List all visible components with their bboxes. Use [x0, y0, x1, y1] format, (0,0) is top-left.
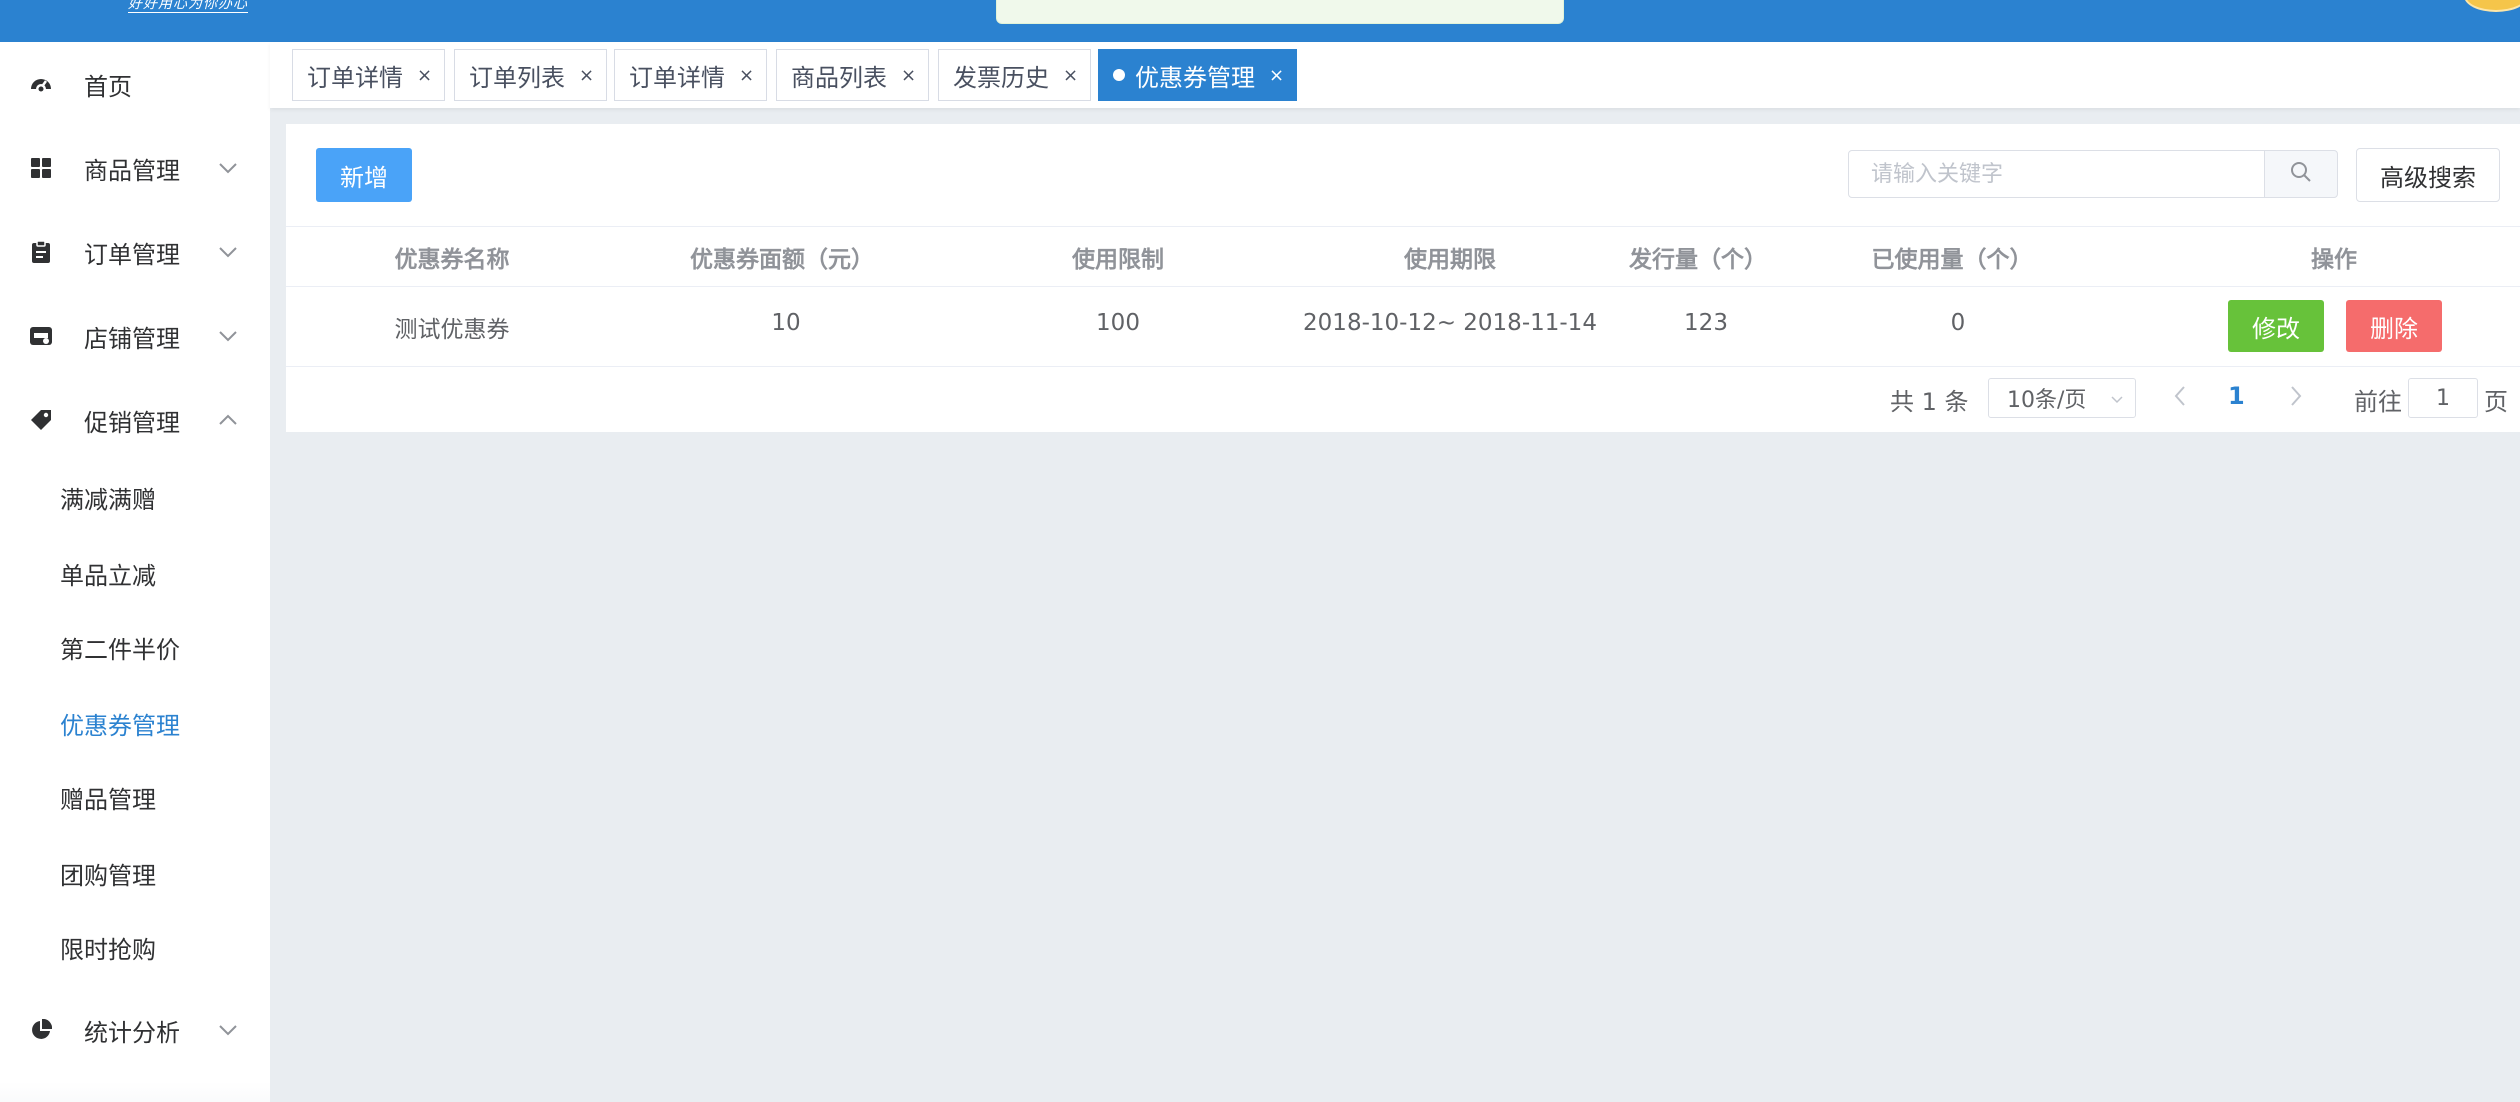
cell-usage-limit: 100 — [1096, 310, 1140, 336]
chevron-down-icon — [2109, 389, 2125, 414]
grid-icon — [28, 155, 54, 181]
top-header-bar: 好好用心为你办心 — [0, 0, 2520, 42]
chevron-up-icon — [216, 408, 240, 432]
tab-label: 订单详情 — [629, 63, 725, 92]
store-icon — [28, 323, 54, 349]
tab-order-detail-2[interactable]: 订单详情 × — [614, 49, 768, 101]
page-unit-label: 页 — [2484, 388, 2508, 416]
sidebar-subitem-label: 优惠券管理 — [60, 711, 180, 740]
tabs-bar: 订单详情 × 订单列表 × 订单详情 × 商品列表 × 发票历史 × 优惠券管理… — [270, 42, 2520, 108]
close-icon[interactable]: × — [1063, 65, 1078, 86]
add-button[interactable]: 新增 — [316, 148, 412, 202]
sidebar-fade — [0, 1082, 270, 1102]
column-header-actions: 操作 — [2311, 247, 2357, 273]
sidebar-item-statistics[interactable]: 统计分析 — [0, 990, 270, 1070]
close-icon[interactable]: × — [901, 65, 916, 86]
divider — [286, 286, 2520, 287]
column-header-amount: 优惠券面额（元） — [690, 247, 874, 273]
sidebar-item-promotions[interactable]: 促销管理 — [0, 380, 270, 460]
close-icon[interactable]: × — [1269, 65, 1284, 86]
avatar[interactable] — [2464, 0, 2520, 12]
sidebar-item-stores[interactable]: 店铺管理 — [0, 296, 270, 376]
column-header-issued: 发行量（个） — [1629, 247, 1767, 273]
divider — [286, 226, 2520, 227]
column-header-used: 已使用量（个） — [1871, 247, 2033, 273]
cell-coupon-name: 测试优惠券 — [394, 317, 510, 343]
sidebar-subitem-coupons[interactable]: 优惠券管理 — [0, 686, 270, 760]
sidebar-item-products[interactable]: 商品管理 — [0, 128, 270, 208]
pie-chart-icon — [28, 1017, 54, 1043]
sidebar-subitem-group-buy[interactable]: 团购管理 — [0, 836, 270, 910]
notification-toast — [996, 0, 1564, 24]
tab-order-detail[interactable]: 订单详情 × — [292, 49, 446, 101]
tab-order-list[interactable]: 订单列表 × — [454, 49, 608, 101]
search-icon — [2289, 160, 2313, 188]
search-input[interactable] — [1848, 150, 2268, 198]
chevron-down-icon — [216, 324, 240, 348]
divider — [286, 366, 2520, 367]
page-size-value: 10条/页 — [2007, 388, 2087, 413]
cell-issued: 123 — [1684, 310, 1728, 336]
chevron-down-icon — [216, 1018, 240, 1042]
tab-coupon-management[interactable]: 优惠券管理 × — [1098, 49, 1298, 101]
edit-button[interactable]: 修改 — [2228, 300, 2324, 352]
tab-label: 发票历史 — [953, 63, 1049, 92]
advanced-search-button[interactable]: 高级搜索 — [2356, 148, 2500, 202]
chevron-left-icon — [2173, 385, 2187, 411]
tab-label: 订单详情 — [307, 63, 403, 92]
logo[interactable]: 好好用心为你办心 — [128, 0, 248, 13]
next-page-button[interactable] — [2282, 384, 2310, 412]
chevron-down-icon — [216, 240, 240, 264]
clipboard-icon — [28, 239, 54, 265]
sidebar-item-label: 促销管理 — [84, 408, 180, 437]
column-header-coupon-name: 优惠券名称 — [394, 247, 510, 273]
dashboard-icon — [28, 71, 54, 97]
sidebar-subitem-label: 限时抢购 — [60, 935, 156, 964]
active-dot-icon — [1113, 69, 1125, 81]
close-icon[interactable]: × — [739, 65, 754, 86]
sidebar-subitem-flash-sale[interactable]: 限时抢购 — [0, 910, 270, 984]
tab-label: 优惠券管理 — [1135, 63, 1255, 92]
sidebar-item-label: 首页 — [84, 72, 132, 101]
close-icon[interactable]: × — [417, 65, 432, 86]
sidebar-item-orders[interactable]: 订单管理 — [0, 212, 270, 292]
cell-valid-period: 2018-10-12~ 2018-11-14 — [1303, 310, 1597, 336]
delete-button[interactable]: 删除 — [2346, 300, 2442, 352]
tab-product-list[interactable]: 商品列表 × — [776, 49, 930, 101]
tag-icon — [28, 407, 54, 433]
sidebar-subitem-label: 满减满赠 — [60, 485, 156, 514]
sidebar-subitem-gifts[interactable]: 赠品管理 — [0, 760, 270, 834]
tab-label: 商品列表 — [791, 63, 887, 92]
tab-invoice-history[interactable]: 发票历史 × — [938, 49, 1092, 101]
prev-page-button[interactable] — [2166, 384, 2194, 412]
sidebar: 首页 商品管理 订单管理 店铺管理 促销管理 满减满赠 单品立减 第二件半价 优… — [0, 42, 270, 1102]
sidebar-subitem-single-discount[interactable]: 单品立减 — [0, 536, 270, 610]
sidebar-subitem-second-half-price[interactable]: 第二件半价 — [0, 610, 270, 684]
sidebar-item-label: 订单管理 — [84, 240, 180, 269]
sidebar-subitem-label: 单品立减 — [60, 561, 156, 590]
search-button[interactable] — [2264, 150, 2338, 198]
sidebar-subitem-full-reduction[interactable]: 满减满赠 — [0, 460, 270, 534]
sidebar-subitem-label: 第二件半价 — [60, 635, 180, 664]
column-header-usage-limit: 使用限制 — [1072, 247, 1164, 273]
sidebar-item-label: 店铺管理 — [84, 324, 180, 353]
goto-page-input[interactable] — [2408, 378, 2478, 418]
page-number-current[interactable]: 1 — [2228, 382, 2245, 410]
sidebar-subitem-label: 团购管理 — [60, 861, 156, 890]
tab-label: 订单列表 — [469, 63, 565, 92]
page-size-select[interactable]: 10条/页 — [1988, 378, 2136, 418]
goto-label: 前往 — [2354, 388, 2402, 416]
close-icon[interactable]: × — [579, 65, 594, 86]
cell-used: 0 — [1950, 310, 1966, 336]
pagination-total: 共 1 条 — [1890, 388, 1969, 416]
sidebar-item-label: 商品管理 — [84, 156, 180, 185]
column-header-valid-period: 使用期限 — [1404, 247, 1496, 273]
cell-amount: 10 — [771, 310, 801, 336]
chevron-down-icon — [216, 156, 240, 180]
sidebar-item-label: 统计分析 — [84, 1018, 180, 1047]
sidebar-item-home[interactable]: 首页 — [0, 44, 270, 124]
chevron-right-icon — [2289, 385, 2303, 411]
sidebar-subitem-label: 赠品管理 — [60, 785, 156, 814]
